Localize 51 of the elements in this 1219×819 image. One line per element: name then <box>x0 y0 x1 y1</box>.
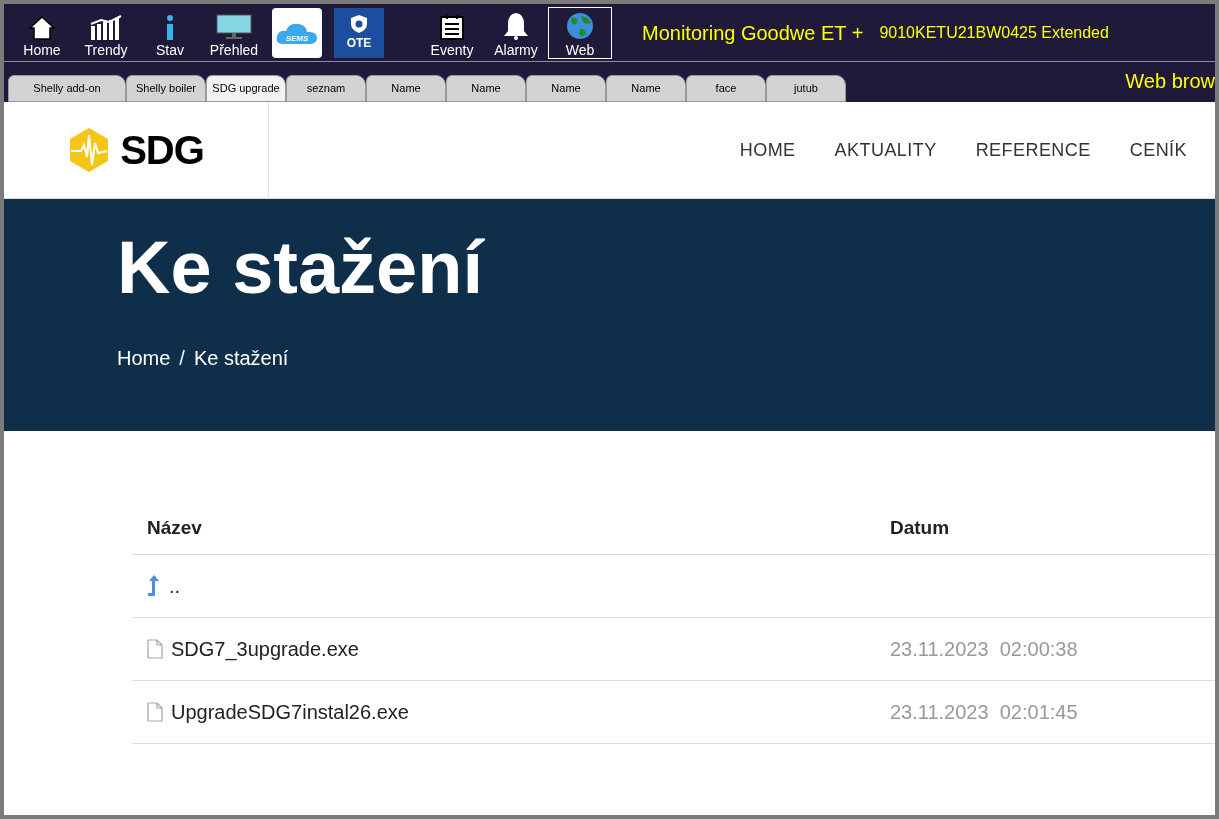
toolbar-button[interactable]: Home <box>10 6 74 59</box>
bar-chart-icon <box>89 13 123 40</box>
up-arrow-icon <box>147 575 161 597</box>
tab[interactable]: face <box>686 75 766 102</box>
nav-link[interactable]: AKTUALITY <box>834 136 937 164</box>
toolbar-button[interactable]: Stav <box>138 6 202 59</box>
info-icon <box>164 13 176 40</box>
globe-icon <box>566 11 594 40</box>
nav-link[interactable]: CENÍK <box>1129 136 1187 164</box>
toolbar-button[interactable]: Trendy <box>74 6 138 59</box>
breadcrumb-link[interactable]: Ke stažení <box>193 343 289 373</box>
toolbar-button[interactable]: Přehled <box>202 6 266 59</box>
tab[interactable]: Name <box>526 75 606 102</box>
tab[interactable]: Name <box>366 75 446 102</box>
logo-label: OTE <box>346 34 372 52</box>
tab[interactable]: Name <box>606 75 686 102</box>
monitor-icon <box>216 13 252 40</box>
file-link[interactable]: .. <box>169 571 181 601</box>
page-heading: Ke stažení <box>117 231 486 305</box>
home-icon <box>29 15 55 40</box>
tab[interactable]: Shelly boiler <box>126 75 206 102</box>
nav-link[interactable]: HOME <box>739 136 796 164</box>
file-icon <box>147 702 163 722</box>
app-logo-button[interactable]: OTE <box>334 7 384 58</box>
hexagon-pulse-logo-icon <box>68 127 111 173</box>
file-link[interactable]: SDG7_3upgrade.exe <box>171 634 359 664</box>
tab[interactable]: Name <box>446 75 526 102</box>
tab[interactable]: seznam <box>286 75 366 102</box>
toolbar-button[interactable]: Alarmy <box>484 6 548 59</box>
tab[interactable]: Shelly add-on <box>8 75 126 102</box>
file-link[interactable]: UpgradeSDG7instal26.exe <box>171 697 409 727</box>
date-cell-text: 23.11.2023 02:01:45 <box>890 700 1078 725</box>
date-cell-text: 23.11.2023 02:00:38 <box>890 637 1078 662</box>
nav-link[interactable]: REFERENCE <box>975 136 1091 164</box>
device-serial: 9010KETU21BW0425 Extended <box>879 22 1109 43</box>
tab-caption: Web brow <box>1125 69 1215 94</box>
breadcrumb-separator: / <box>179 346 185 371</box>
toolbar-button[interactable]: Eventy <box>420 6 484 59</box>
brand-name: SDG <box>120 127 204 174</box>
tab[interactable]: SDG upgrade <box>206 75 286 102</box>
breadcrumb-link[interactable]: Home <box>117 343 171 373</box>
bell-icon <box>503 11 529 40</box>
column-header: Datum <box>890 516 950 541</box>
notepad-icon <box>439 13 465 40</box>
shield-icon <box>350 13 368 34</box>
column-header: Název <box>146 516 203 541</box>
file-icon <box>147 639 163 659</box>
app-title: Monitoring Goodwe ET + <box>642 20 864 46</box>
tab[interactable]: jutub <box>766 75 846 102</box>
toolbar-button[interactable]: Web <box>548 6 612 59</box>
logo-label: SEMS <box>285 32 309 45</box>
